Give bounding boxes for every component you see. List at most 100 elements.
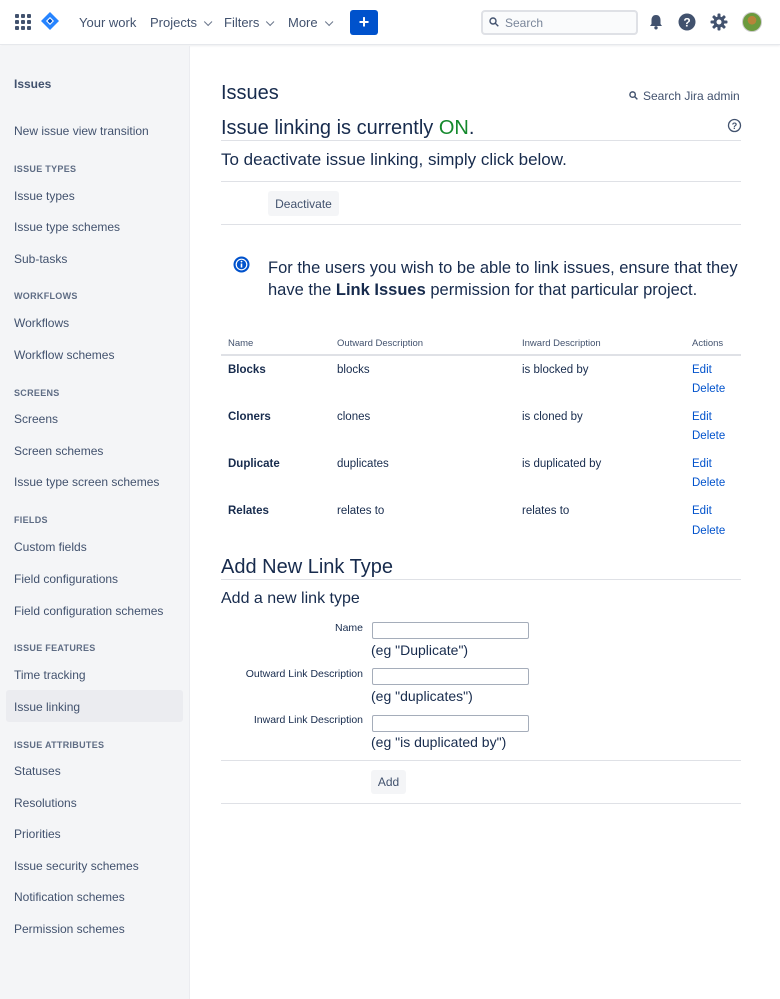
delete-link[interactable]: Delete <box>692 525 725 537</box>
page-title: Issues <box>221 82 279 104</box>
info-text-suffix: permission for that particular project. <box>425 281 698 299</box>
inward-field-label: Inward Link Description <box>253 714 363 726</box>
divider <box>221 803 741 804</box>
deactivate-button[interactable]: Deactivate <box>268 191 339 216</box>
linking-status-value: ON <box>438 117 469 139</box>
sidebar-item-issue-type-screen-schemes[interactable]: Issue type screen schemes <box>14 475 159 489</box>
sidebar-item-issue-types[interactable]: Issue types <box>14 189 75 203</box>
linking-status-heading: Issue linking is currently ON. <box>221 117 474 140</box>
nav-your-work[interactable]: Your work <box>79 15 136 30</box>
sidebar-heading-issue-attributes: ISSUE ATTRIBUTES <box>14 740 105 750</box>
search-icon <box>629 91 638 100</box>
sidebar-item-sub-tasks[interactable]: Sub-tasks <box>14 252 67 266</box>
inward-description-input[interactable] <box>372 715 529 732</box>
link-type-name: Cloners <box>228 411 271 423</box>
settings-gear-icon[interactable] <box>709 12 729 32</box>
add-link-type-subheading: Add a new link type <box>221 590 360 607</box>
delete-link[interactable]: Delete <box>692 430 725 442</box>
sidebar-item-permission-schemes[interactable]: Permission schemes <box>14 922 125 936</box>
sidebar-item-workflows[interactable]: Workflows <box>14 316 69 330</box>
table-header-divider <box>221 354 741 356</box>
name-field-hint: (eg "Duplicate") <box>371 642 469 658</box>
search-icon <box>489 17 499 27</box>
outward-description: relates to <box>337 505 385 517</box>
search-box[interactable] <box>481 10 638 35</box>
nav-filters-label: Filters <box>224 15 260 30</box>
divider <box>221 579 741 580</box>
sidebar-item-notification-schemes[interactable]: Notification schemes <box>14 890 125 904</box>
divider <box>221 181 741 182</box>
search-jira-admin-label: Search Jira admin <box>643 89 740 103</box>
inward-description: relates to <box>522 505 570 517</box>
edit-link[interactable]: Edit <box>692 411 712 423</box>
edit-link[interactable]: Edit <box>692 364 712 376</box>
deactivate-instructions: To deactivate issue linking, simply clic… <box>221 150 567 169</box>
sidebar-item-workflow-schemes[interactable]: Workflow schemes <box>14 348 114 362</box>
help-circle-icon[interactable]: ? <box>727 118 742 133</box>
admin-sidebar: Issues New issue view transition ISSUE T… <box>0 46 190 999</box>
chevron-down-icon <box>266 17 275 27</box>
search-jira-admin-link[interactable]: Search Jira admin <box>629 89 740 103</box>
sidebar-item-issue-security-schemes[interactable]: Issue security schemes <box>14 859 139 873</box>
add-link-type-heading: Add New Link Type <box>221 556 393 578</box>
svg-text:?: ? <box>683 16 690 30</box>
sidebar-item-statuses[interactable]: Statuses <box>14 764 61 778</box>
sidebar-item-custom-fields[interactable]: Custom fields <box>14 540 87 554</box>
inward-field-hint: (eg "is duplicated by") <box>371 734 507 750</box>
sidebar-heading-fields: FIELDS <box>14 515 48 525</box>
sidebar-item-time-tracking[interactable]: Time tracking <box>14 668 86 682</box>
edit-link[interactable]: Edit <box>692 458 712 470</box>
sidebar-item-screens[interactable]: Screens <box>14 412 58 426</box>
outward-field-hint: (eg "duplicates") <box>371 688 473 704</box>
sidebar-item-resolutions[interactable]: Resolutions <box>14 796 77 810</box>
divider <box>221 140 741 141</box>
outward-description: duplicates <box>337 458 389 470</box>
create-button[interactable]: + <box>350 10 378 35</box>
name-input[interactable] <box>372 622 529 639</box>
sidebar-heading-issue-types: ISSUE TYPES <box>14 164 77 174</box>
chevron-down-icon <box>203 17 213 27</box>
sidebar-title: Issues <box>14 77 52 91</box>
sidebar-item-field-configuration-schemes[interactable]: Field configuration schemes <box>14 604 163 618</box>
nav-more-label: More <box>288 15 318 30</box>
app-switcher-icon[interactable] <box>15 14 31 30</box>
add-button[interactable]: Add <box>371 770 406 794</box>
link-type-name: Duplicate <box>228 458 280 470</box>
sidebar-item-screen-schemes[interactable]: Screen schemes <box>14 444 103 458</box>
divider <box>221 224 741 225</box>
link-type-name: Blocks <box>228 364 266 376</box>
nav-more[interactable]: More <box>288 15 333 30</box>
sidebar-item-new-issue-view-transition[interactable]: New issue view transition <box>14 124 149 138</box>
linking-status-prefix: Issue linking is currently <box>221 117 439 139</box>
inward-description: is cloned by <box>522 411 583 423</box>
outward-description-input[interactable] <box>372 668 529 685</box>
top-navigation: Your work Projects Filters More + ? <box>0 0 780 45</box>
sidebar-heading-issue-features: ISSUE FEATURES <box>14 643 96 653</box>
nav-filters[interactable]: Filters <box>224 15 275 30</box>
edit-link[interactable]: Edit <box>692 505 712 517</box>
link-issues-permission-name: Link Issues <box>335 281 426 299</box>
sidebar-item-field-configurations[interactable]: Field configurations <box>14 572 118 586</box>
sidebar-item-priorities[interactable]: Priorities <box>14 827 61 841</box>
link-type-name: Relates <box>228 505 269 517</box>
sidebar-item-issue-linking[interactable]: Issue linking <box>14 700 80 714</box>
outward-field-label: Outward Link Description <box>245 668 363 680</box>
delete-link[interactable]: Delete <box>692 383 725 395</box>
search-input[interactable] <box>505 15 625 31</box>
nav-projects[interactable]: Projects <box>150 15 213 30</box>
user-avatar[interactable] <box>742 12 762 32</box>
info-icon <box>233 256 250 273</box>
notifications-bell-icon[interactable] <box>646 12 666 32</box>
outward-description: clones <box>337 411 371 423</box>
help-icon[interactable]: ? <box>677 12 697 32</box>
sidebar-item-issue-type-schemes[interactable]: Issue type schemes <box>14 220 120 234</box>
divider <box>221 760 741 761</box>
permission-info-message: For the users you wish to be able to lin… <box>268 257 738 301</box>
column-header-outward-description: Outward Description <box>337 338 424 349</box>
jira-logo-icon[interactable] <box>41 12 59 30</box>
svg-text:?: ? <box>732 121 738 131</box>
column-header-actions: Actions <box>692 338 724 349</box>
sidebar-heading-screens: SCREENS <box>14 388 60 398</box>
delete-link[interactable]: Delete <box>692 477 725 489</box>
chevron-down-icon <box>324 17 333 27</box>
